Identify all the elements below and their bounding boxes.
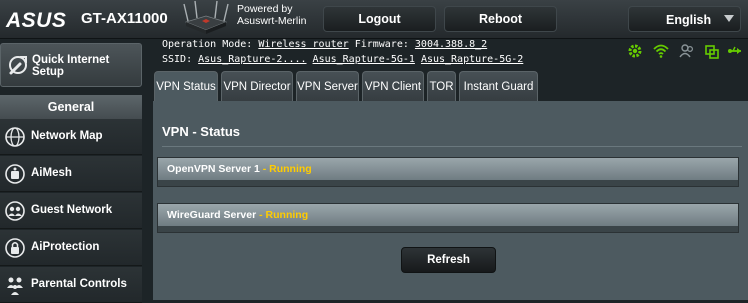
sidebar-item-label: AiMesh <box>31 167 72 179</box>
ssid-row: SSID: Asus_Rapture-2.... Asus_Rapture-5G… <box>162 54 523 65</box>
tab-vpn-director[interactable]: VPN Director <box>221 71 293 101</box>
vpn-connection-row: OpenVPN Server 1 - Running <box>157 157 739 187</box>
vpn-connection-state: - Running <box>259 163 312 175</box>
vpn-connection-row: WireGuard Server - Running <box>157 203 739 233</box>
sidebar: Quick Internet Setup General Network Map… <box>0 39 143 303</box>
sidebar-item-aimesh[interactable]: AiMesh <box>0 156 142 192</box>
sidebar-item-guest-network[interactable]: Guest Network <box>0 193 142 229</box>
wifi-icon[interactable] <box>653 43 669 59</box>
top-bar: ASUS GT-AX11000 Powered by Asuswrt-Merli… <box>0 0 748 39</box>
firmware-brand: Asuswrt-Merlin <box>237 15 307 27</box>
wrench-icon <box>9 56 27 75</box>
language-label: English <box>666 13 712 27</box>
vpn-connection-title: OpenVPN Server 1 - Running <box>167 163 312 175</box>
tab-tor[interactable]: TOR <box>427 71 456 101</box>
operation-mode-link[interactable]: Wireless router <box>258 39 348 50</box>
operation-mode-label: Operation Mode: <box>162 39 253 50</box>
usb-link-icon[interactable] <box>727 43 743 59</box>
status-indicators <box>627 43 745 61</box>
router-image <box>183 0 229 34</box>
ssid-link[interactable]: Asus_Rapture-5G-2 <box>421 54 523 65</box>
ssid-label: SSID: <box>162 54 193 65</box>
vpn-connection-header[interactable]: OpenVPN Server 1 - Running <box>158 158 738 180</box>
aiprotection-icon <box>5 238 25 258</box>
quick-setup-label-1: Quick Internet <box>32 54 110 66</box>
sidebar-item-network-map[interactable]: Network Map <box>0 119 142 155</box>
sidebar-item-aiprotection[interactable]: AiProtection <box>0 230 142 266</box>
refresh-button[interactable]: Refresh <box>401 247 496 273</box>
parental-controls-icon <box>7 277 23 295</box>
operation-mode-row: Operation Mode: Wireless router Firmware… <box>162 39 487 50</box>
guest-network-icon <box>5 201 25 221</box>
firmware-label: Firmware: <box>354 39 409 50</box>
aimesh-icon <box>5 164 25 184</box>
vpn-connection-header[interactable]: WireGuard Server - Running <box>158 204 738 226</box>
sidebar-item-label: Network Map <box>31 130 103 142</box>
asus-logo: ASUS <box>6 9 67 32</box>
vpn-connection-name: OpenVPN Server 1 <box>167 163 260 175</box>
tab-vpn-client[interactable]: VPN Client <box>362 71 424 101</box>
network-map-icon <box>5 127 25 147</box>
powered-by: Powered by Asuswrt-Merlin <box>237 3 306 27</box>
sidebar-section-general: General <box>0 95 142 119</box>
quick-setup-label-2: Setup <box>32 66 64 78</box>
page-title: VPN - Status <box>162 124 241 139</box>
language-select[interactable]: English <box>628 6 741 32</box>
tab-vpn-status[interactable]: VPN Status <box>154 71 218 101</box>
sidebar-item-parental-controls[interactable]: Parental Controls <box>0 267 142 303</box>
usb-icon[interactable] <box>704 43 720 59</box>
gear-icon[interactable] <box>627 43 643 59</box>
main-panel: VPN - Status OpenVPN Server 1 - Running … <box>153 101 748 300</box>
chevron-down-icon <box>724 15 734 22</box>
reboot-button[interactable]: Reboot <box>444 6 557 32</box>
vpn-connection-name: WireGuard Server <box>167 209 257 221</box>
quick-internet-setup-button[interactable]: Quick Internet Setup <box>0 43 142 87</box>
vpn-connection-title: WireGuard Server - Running <box>167 209 308 221</box>
tab-instant-guard[interactable]: Instant Guard <box>459 71 538 101</box>
firmware-link[interactable]: 3004.388.8_2 <box>415 39 487 50</box>
sidebar-item-label: AiProtection <box>31 241 100 253</box>
logout-button[interactable]: Logout <box>323 6 436 32</box>
vpn-connection-state: - Running <box>256 209 309 221</box>
model-name: GT-AX11000 <box>81 10 168 27</box>
powered-by-label: Powered by <box>237 3 293 15</box>
sidebar-item-label: Guest Network <box>31 204 113 216</box>
ssid-link[interactable]: Asus_Rapture-5G-1 <box>313 54 415 65</box>
users-icon[interactable] <box>679 43 695 59</box>
tab-vpn-server[interactable]: VPN Server <box>296 71 359 101</box>
ssid-link[interactable]: Asus_Rapture-2.... <box>198 54 306 65</box>
sidebar-item-label: Parental Controls <box>31 278 127 290</box>
divider <box>162 146 742 147</box>
